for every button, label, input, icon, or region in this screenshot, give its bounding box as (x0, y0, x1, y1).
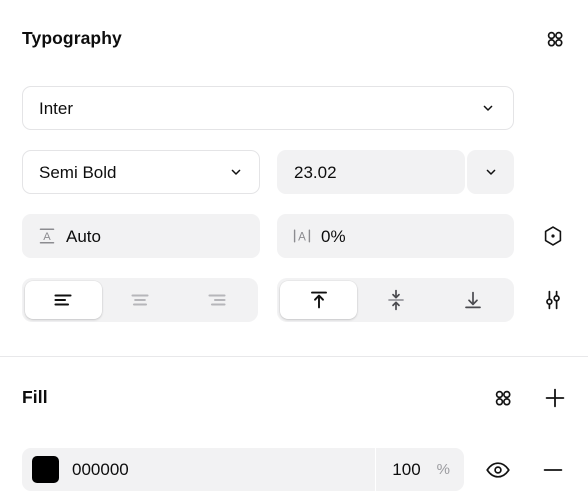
apply-variable-icon[interactable] (488, 383, 518, 413)
align-center-button[interactable] (102, 281, 179, 319)
align-top-icon (306, 287, 332, 313)
typography-header-actions (540, 24, 570, 54)
line-height-input[interactable]: A Auto (22, 214, 260, 258)
apply-variable-icon[interactable] (540, 24, 570, 54)
opacity-value: 100 (392, 460, 421, 479)
typography-title: Typography (22, 28, 122, 49)
opacity-unit: % (436, 461, 450, 478)
letter-spacing-icon: A (292, 226, 312, 246)
font-size-dropdown-button[interactable] (467, 150, 514, 194)
toggle-visibility-icon[interactable] (483, 455, 513, 485)
typography-header: Typography (22, 24, 570, 54)
font-family-value: Inter (39, 99, 74, 117)
font-size-value: 23.02 (294, 163, 337, 181)
align-top-button[interactable] (280, 281, 357, 319)
text-align-group (22, 278, 258, 322)
align-left-button[interactable] (25, 281, 102, 319)
add-fill-icon[interactable] (540, 383, 570, 413)
align-left-icon (51, 288, 75, 312)
align-middle-icon (383, 287, 409, 313)
font-size-input[interactable]: 23.02 (277, 150, 465, 194)
line-height-icon: A (37, 226, 57, 246)
font-weight-value: Semi Bold (39, 163, 117, 181)
remove-fill-icon[interactable] (538, 455, 568, 485)
letter-spacing-value: 0% (321, 227, 346, 245)
svg-text:A: A (43, 231, 51, 243)
vertical-align-group (277, 278, 514, 322)
chevron-down-icon (477, 101, 499, 115)
fill-header-actions (488, 383, 570, 413)
font-family-select[interactable]: Inter (22, 86, 514, 130)
section-divider (0, 356, 588, 357)
opacity-input[interactable]: 100 % (375, 448, 464, 491)
fill-color-row[interactable]: 000000 100 % (22, 448, 464, 491)
svg-text:A: A (298, 230, 306, 243)
color-swatch[interactable] (32, 456, 59, 483)
chevron-down-icon (480, 165, 502, 179)
type-settings-icon[interactable] (538, 221, 568, 251)
align-bottom-button[interactable] (434, 281, 511, 319)
line-height-value: Auto (66, 227, 101, 245)
hex-value[interactable]: 000000 (72, 461, 375, 478)
fill-header: Fill (22, 383, 570, 413)
letter-spacing-input[interactable]: A 0% (277, 214, 514, 258)
align-middle-button[interactable] (357, 281, 434, 319)
align-center-icon (128, 288, 152, 312)
fill-title: Fill (22, 387, 48, 408)
align-right-button[interactable] (178, 281, 255, 319)
font-weight-select[interactable]: Semi Bold (22, 150, 260, 194)
align-right-icon (205, 288, 229, 312)
chevron-down-icon (225, 165, 247, 179)
align-bottom-icon (460, 287, 486, 313)
advanced-type-icon[interactable] (538, 285, 568, 315)
